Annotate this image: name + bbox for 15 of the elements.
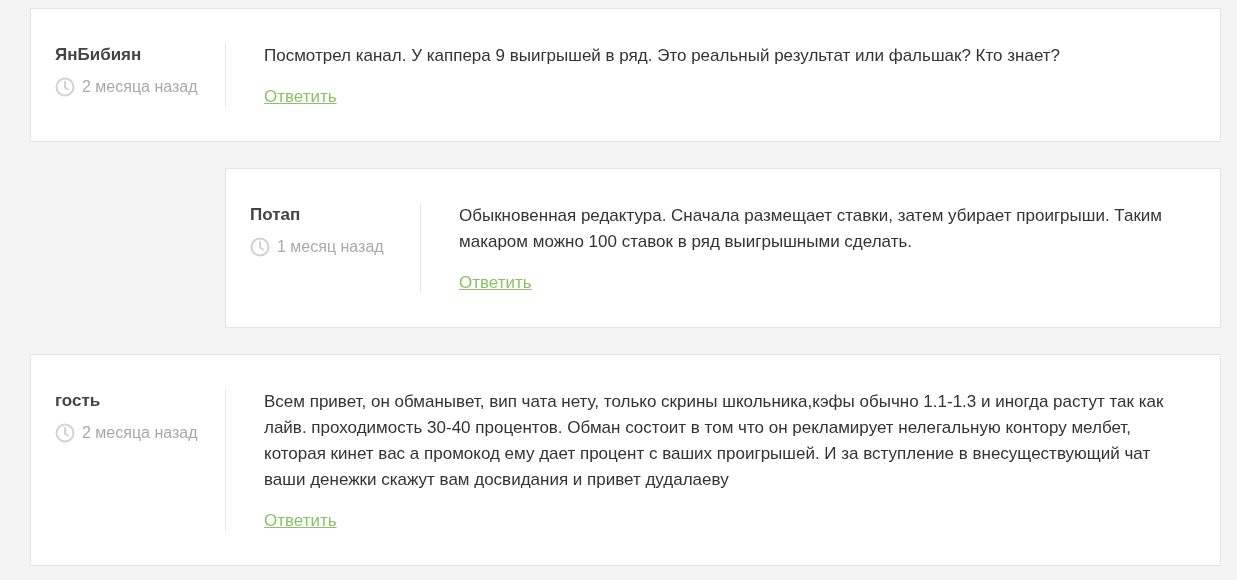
reply-link[interactable]: Ответить [459, 273, 532, 293]
author-name: гость [55, 390, 102, 412]
reply-link[interactable]: Ответить [264, 511, 337, 531]
clock-icon [55, 423, 75, 443]
comment-text: Всем привет, он обманывет, вип чата нету, только скрины школьника,кэфы обычно 1.1-1.3 и иногда растут так как лайв. проходимость 30-40 процентов. Обман состоит в том что он рекламирует нелегальную контору мелбет, которая кинет вас а промокод ему дает процент с ваших проигрышей. И за вступление в внесуществующий чат ваши денежки скажут вам досвидания и привет дудалаеву [264, 391, 1165, 491]
comment-text: Посмотрел канал. У каппера 9 выигрышей в ряд. Это реальный результат или фальшак? Кто знает? [264, 45, 1062, 67]
author-name: Потап [250, 204, 302, 226]
comment-text: Обыкновенная редактура. Сначала размещает ставки, затем убирает проигрыши. Таким макаром можно 100 ставок в ряд выигрышными сделать. [459, 205, 1164, 253]
clock-icon [250, 237, 270, 257]
comment-time: 2 месяца назад [82, 424, 198, 442]
reply-link[interactable]: Ответить [264, 87, 337, 107]
comment-time: 2 месяца назад [82, 78, 198, 96]
comment-time: 1 месяц назад [277, 238, 384, 256]
author-name: ЯнБибиян [55, 44, 143, 66]
clock-icon [55, 77, 75, 97]
